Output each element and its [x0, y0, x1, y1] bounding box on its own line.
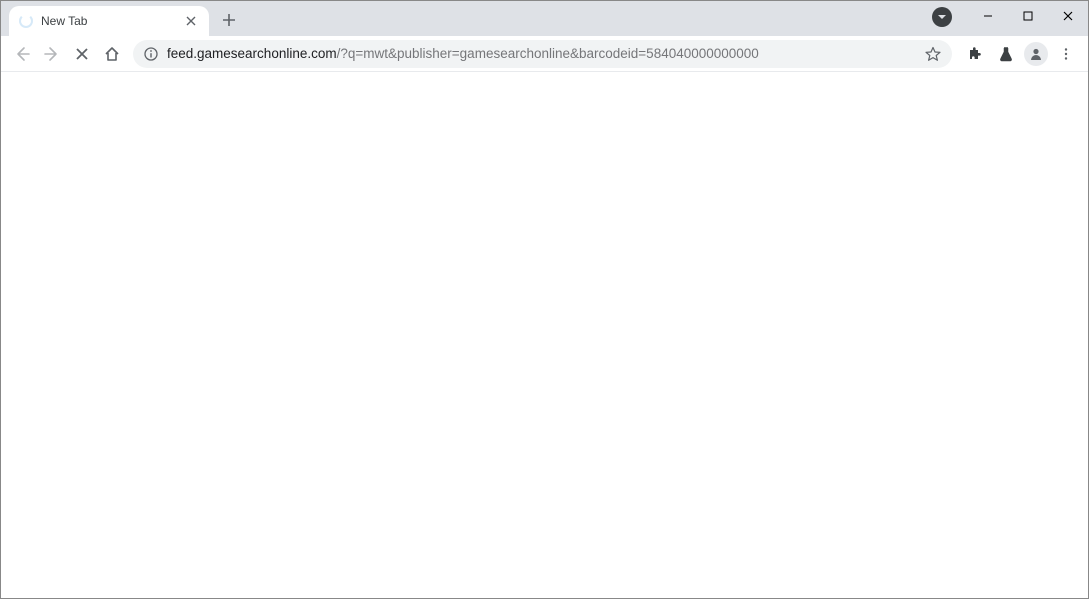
tab-strip: New Tab — [1, 1, 1088, 36]
browser-toolbar: feed.gamesearchonline.com/?q=mwt&publish… — [1, 36, 1088, 72]
close-window-button[interactable] — [1048, 1, 1088, 31]
window-controls — [932, 1, 1088, 31]
flask-icon — [998, 46, 1014, 62]
minimize-icon — [983, 11, 993, 21]
close-tab-button[interactable] — [183, 13, 199, 29]
loading-spinner-icon — [19, 14, 33, 28]
arrow-left-icon — [14, 46, 30, 62]
back-button[interactable] — [9, 41, 35, 67]
person-icon — [1028, 46, 1044, 62]
new-tab-button[interactable] — [215, 6, 243, 34]
browser-tab[interactable]: New Tab — [9, 6, 209, 36]
site-info-button[interactable] — [143, 46, 159, 62]
tab-title: New Tab — [41, 14, 175, 28]
arrow-right-icon — [44, 46, 60, 62]
maximize-icon — [1023, 11, 1033, 21]
bookmark-button[interactable] — [924, 45, 942, 63]
labs-button[interactable] — [992, 40, 1020, 68]
address-bar[interactable]: feed.gamesearchonline.com/?q=mwt&publish… — [133, 40, 952, 68]
page-content — [1, 72, 1088, 598]
stop-reload-button[interactable] — [69, 41, 95, 67]
chevron-down-icon — [937, 12, 947, 22]
extensions-button[interactable] — [960, 40, 988, 68]
menu-button[interactable] — [1052, 40, 1080, 68]
profile-button[interactable] — [1024, 42, 1048, 66]
home-icon — [104, 46, 120, 62]
home-button[interactable] — [99, 41, 125, 67]
forward-button[interactable] — [39, 41, 65, 67]
close-icon — [186, 16, 196, 26]
close-icon — [74, 46, 90, 62]
close-icon — [1063, 11, 1073, 21]
info-icon — [144, 47, 158, 61]
plus-icon — [222, 13, 236, 27]
url-text: feed.gamesearchonline.com/?q=mwt&publish… — [167, 46, 916, 61]
browser-titlebar: New Tab — [1, 1, 1088, 36]
star-icon — [925, 46, 941, 62]
user-indicator-button[interactable] — [932, 7, 952, 27]
url-domain: feed.gamesearchonline.com — [167, 46, 337, 61]
puzzle-icon — [966, 46, 982, 62]
minimize-button[interactable] — [968, 1, 1008, 31]
maximize-button[interactable] — [1008, 1, 1048, 31]
url-path: /?q=mwt&publisher=gamesearchonline&barco… — [337, 46, 759, 61]
kebab-menu-icon — [1059, 47, 1073, 61]
